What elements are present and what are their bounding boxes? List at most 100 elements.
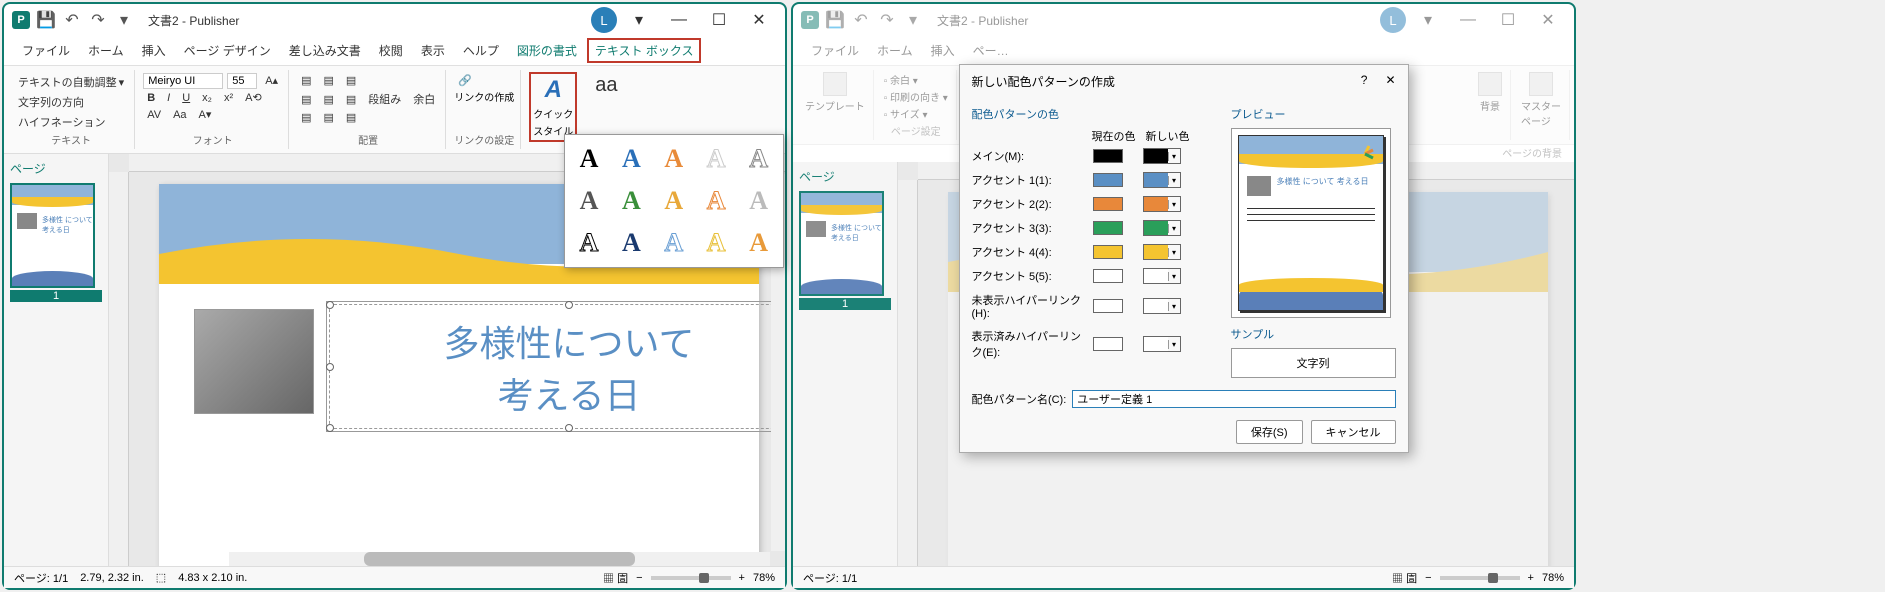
view-buttons[interactable]: ▦ 圁 — [603, 570, 628, 586]
align-tr-button[interactable]: ▤ — [342, 72, 360, 89]
new-color-combo-2[interactable]: ▾ — [1143, 196, 1181, 212]
resize-handle-nw[interactable] — [326, 301, 334, 309]
zoom-in-button[interactable]: + — [739, 572, 745, 584]
wordart-style-1[interactable]: A — [613, 141, 649, 177]
resize-handle-s[interactable] — [565, 424, 573, 432]
menu-text-box[interactable]: テキスト ボックス — [587, 38, 702, 63]
autofit-button[interactable]: テキストの自動調整 ▾ — [14, 72, 128, 92]
qat-undo-button[interactable]: ↶ — [62, 10, 82, 30]
zoom-level[interactable]: 78% — [753, 572, 775, 584]
zoom-slider[interactable] — [651, 576, 731, 580]
dialog-cancel-button[interactable]: キャンセル — [1311, 420, 1396, 444]
maximize-button-r[interactable]: ☐ — [1490, 6, 1526, 34]
horizontal-scrollbar[interactable] — [229, 552, 770, 566]
subscript-button[interactable]: x₂ — [198, 90, 216, 106]
scheme-name-input[interactable] — [1072, 390, 1395, 408]
font-name-combo[interactable] — [143, 73, 223, 89]
wordart-style-8[interactable]: A — [698, 183, 734, 219]
wordart-style-2[interactable]: A — [656, 141, 692, 177]
new-color-combo-3[interactable]: ▾ — [1143, 220, 1181, 236]
qat-dropdown-r[interactable]: ▾ — [903, 10, 923, 30]
qat-undo-button-r[interactable]: ↶ — [851, 10, 871, 30]
qat-redo-button-r[interactable]: ↷ — [877, 10, 897, 30]
dialog-help-button[interactable]: ? — [1361, 73, 1368, 90]
text-direction-button[interactable]: 文字列の方向 — [14, 92, 88, 112]
menu-insert[interactable]: 挿入 — [134, 38, 174, 63]
close-button[interactable]: ✕ — [741, 6, 777, 34]
grow-font-button[interactable]: A▴ — [261, 72, 282, 89]
dropcap-button[interactable]: aa — [591, 72, 631, 99]
menu-home-r[interactable]: ホーム — [869, 38, 921, 63]
margin-button[interactable]: 余白 — [409, 89, 439, 109]
create-link-button[interactable]: 🔗 — [454, 72, 476, 89]
wordart-style-14[interactable]: A — [741, 225, 777, 261]
new-color-combo-4[interactable]: ▾ — [1143, 244, 1181, 260]
font-size-combo[interactable] — [227, 73, 257, 89]
new-color-combo-1[interactable]: ▾ — [1143, 172, 1181, 188]
doc-photo-placeholder[interactable] — [194, 309, 314, 414]
align-bc-button[interactable]: ▤ — [319, 109, 337, 126]
ribbon-options-button[interactable]: ▾ — [621, 6, 657, 34]
new-color-combo-5[interactable]: ▾ — [1143, 268, 1181, 284]
menu-help[interactable]: ヘルプ — [455, 38, 507, 63]
dialog-close-button[interactable]: ✕ — [1385, 73, 1395, 90]
align-mc-button[interactable]: ▤ — [319, 91, 337, 108]
wordart-style-13[interactable]: A — [698, 225, 734, 261]
menu-review[interactable]: 校閲 — [371, 38, 411, 63]
user-avatar-r[interactable]: L — [1380, 7, 1406, 33]
menu-mailings[interactable]: 差し込み文書 — [281, 38, 369, 63]
user-avatar[interactable]: L — [591, 7, 617, 33]
ribbon-options-r[interactable]: ▾ — [1410, 6, 1446, 34]
wordart-style-11[interactable]: A — [613, 225, 649, 261]
bold-button[interactable]: B — [143, 90, 159, 106]
new-color-combo-6[interactable]: ▾ — [1143, 298, 1181, 314]
qat-save-button-r[interactable]: 💾 — [825, 10, 845, 30]
wordart-style-6[interactable]: A — [613, 183, 649, 219]
change-case-button[interactable]: Aa — [169, 107, 190, 123]
quick-style-button[interactable]: A クイック スタイル — [529, 72, 577, 142]
align-br-button[interactable]: ▤ — [342, 109, 360, 126]
columns-button[interactable]: 段組み — [364, 89, 405, 109]
menu-page-design-r[interactable]: ペー… — [965, 38, 1017, 63]
wordart-style-9[interactable]: A — [741, 183, 777, 219]
menu-file[interactable]: ファイル — [14, 38, 78, 63]
font-color-button[interactable]: A▾ — [195, 106, 216, 123]
align-tc-button[interactable]: ▤ — [319, 72, 337, 89]
wordart-style-12[interactable]: A — [656, 225, 692, 261]
menu-home[interactable]: ホーム — [80, 38, 132, 63]
qat-redo-button[interactable]: ↷ — [88, 10, 108, 30]
align-ml-button[interactable]: ▤ — [297, 91, 315, 108]
dialog-save-button[interactable]: 保存(S) — [1236, 420, 1303, 444]
close-button-r[interactable]: ✕ — [1530, 6, 1566, 34]
new-color-combo-0[interactable]: ▾ — [1143, 148, 1181, 164]
wordart-style-7[interactable]: A — [656, 183, 692, 219]
wordart-style-0[interactable]: A — [571, 141, 607, 177]
align-mr-button[interactable]: ▤ — [342, 91, 360, 108]
hyphenation-button[interactable]: ハイフネーション — [14, 112, 110, 132]
wordart-style-10[interactable]: A — [571, 225, 607, 261]
qat-save-button[interactable]: 💾 — [36, 10, 56, 30]
new-color-combo-7[interactable]: ▾ — [1143, 336, 1181, 352]
resize-handle-sw[interactable] — [326, 424, 334, 432]
menu-shape-format[interactable]: 図形の書式 — [509, 38, 585, 63]
maximize-button[interactable]: ☐ — [701, 6, 737, 34]
wordart-style-4[interactable]: A — [741, 141, 777, 177]
wordart-style-5[interactable]: A — [571, 183, 607, 219]
underline-button[interactable]: U — [178, 90, 194, 106]
qat-customize-dropdown[interactable]: ▾ — [114, 10, 134, 30]
resize-handle-w[interactable] — [326, 363, 334, 371]
minimize-button[interactable]: — — [661, 6, 697, 34]
clear-format-button[interactable]: A⟲ — [241, 89, 266, 106]
align-tl-button[interactable]: ▤ — [297, 72, 315, 89]
menu-insert-r[interactable]: 挿入 — [923, 38, 963, 63]
doc-text-box[interactable]: 多様性について 考える日 — [329, 304, 785, 429]
menu-view[interactable]: 表示 — [413, 38, 453, 63]
char-spacing-button[interactable]: AV — [143, 107, 165, 123]
page-thumbnail-1[interactable]: 多様性 について 考える日 — [10, 183, 95, 288]
menu-page-design[interactable]: ページ デザイン — [176, 38, 279, 63]
menu-file-r[interactable]: ファイル — [803, 38, 867, 63]
zoom-out-button[interactable]: − — [636, 572, 642, 584]
align-bl-button[interactable]: ▤ — [297, 109, 315, 126]
superscript-button[interactable]: x² — [220, 90, 237, 106]
wordart-style-3[interactable]: A — [698, 141, 734, 177]
